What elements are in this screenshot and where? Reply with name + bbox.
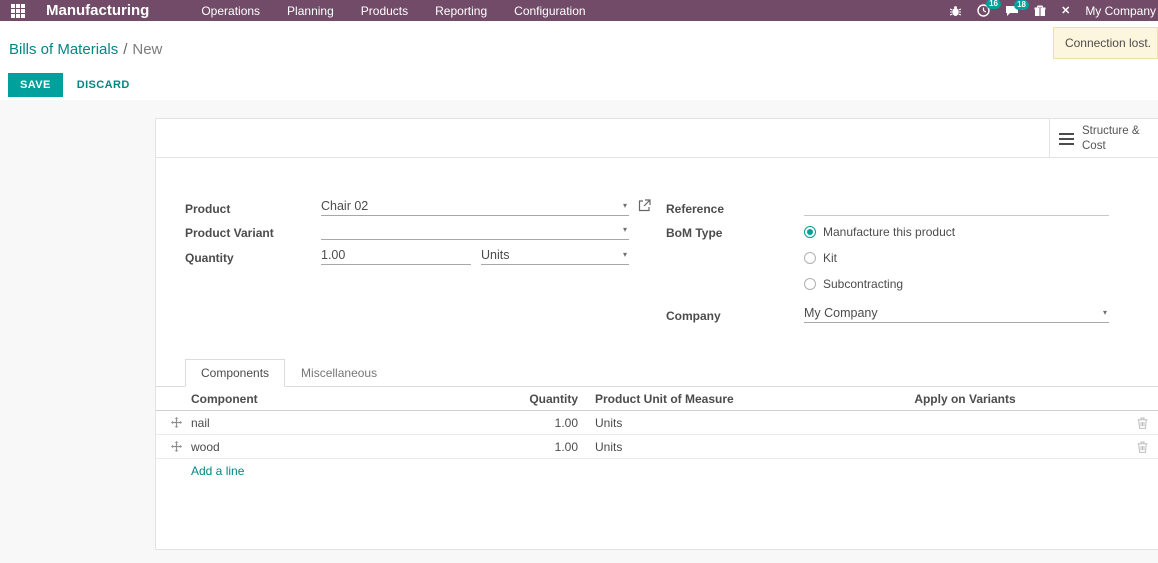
radio-subcontracting[interactable]: Subcontracting xyxy=(804,277,903,291)
control-panel-buttons: SAVE DISCARD xyxy=(8,73,130,97)
component-cell[interactable]: wood xyxy=(191,440,521,454)
product-value: Chair 02 xyxy=(321,198,369,213)
quantity-uom-caret[interactable]: ▾ xyxy=(623,250,629,259)
radio-manufacture-label: Manufacture this product xyxy=(823,225,956,239)
sheet-top-strip: Structure & Cost xyxy=(156,119,1158,158)
quantity-field[interactable]: 1.00 xyxy=(321,245,471,265)
top-navbar: Manufacturing Operations Planning Produc… xyxy=(0,0,1158,21)
product-variant-label: Product Variant xyxy=(185,226,274,240)
product-field[interactable]: Chair 02 ▾ xyxy=(321,196,629,216)
menu-configuration[interactable]: Configuration xyxy=(514,4,585,18)
form-sheet: Structure & Cost Product Chair 02 ▾ Prod… xyxy=(155,118,1158,550)
radio-kit[interactable]: Kit xyxy=(804,251,837,265)
screen: Manufacturing Operations Planning Produc… xyxy=(0,0,1158,563)
apps-grid-icon xyxy=(11,3,25,18)
activities-clock-icon[interactable]: 16 xyxy=(977,0,1001,17)
save-button[interactable]: SAVE xyxy=(8,73,63,97)
delete-row-icon[interactable] xyxy=(1115,417,1148,429)
add-a-line-link[interactable]: Add a line xyxy=(156,459,1158,483)
radio-manufacture-icon[interactable] xyxy=(804,226,816,238)
reference-label: Reference xyxy=(666,202,725,216)
table-row[interactable]: wood 1.00 Units xyxy=(156,435,1158,459)
company-label: Company xyxy=(666,309,721,323)
app-title[interactable]: Manufacturing xyxy=(46,2,149,19)
discard-button[interactable]: DISCARD xyxy=(77,79,130,91)
uom-cell[interactable]: Units xyxy=(595,440,815,454)
close-icon[interactable]: ✕ xyxy=(1061,4,1070,17)
radio-kit-icon[interactable] xyxy=(804,252,816,264)
menu-operations[interactable]: Operations xyxy=(201,4,260,18)
nav-right: 16 18 ✕ My Company xyxy=(949,0,1158,18)
messages-badge: 18 xyxy=(1014,0,1029,10)
product-variant-field[interactable]: ▾ xyxy=(321,220,629,240)
delete-row-icon[interactable] xyxy=(1115,441,1148,453)
notebook-tabs: Components Miscellaneous xyxy=(156,359,1158,387)
company-dropdown-caret[interactable]: ▾ xyxy=(1103,308,1109,317)
navbar-company[interactable]: My Company xyxy=(1085,4,1156,18)
product-label: Product xyxy=(185,202,231,216)
header-uom[interactable]: Product Unit of Measure xyxy=(595,392,815,406)
structure-cost-button[interactable]: Structure & Cost xyxy=(1049,119,1158,158)
breadcrumb-current: New xyxy=(132,41,163,58)
breadcrumb: Bills of Materials / New xyxy=(9,41,162,58)
uom-cell[interactable]: Units xyxy=(595,416,815,430)
radio-manufacture[interactable]: Manufacture this product xyxy=(804,225,955,239)
content-area: Structure & Cost Product Chair 02 ▾ Prod… xyxy=(0,100,1158,563)
components-table: Component Quantity Product Unit of Measu… xyxy=(156,387,1158,483)
header-component[interactable]: Component xyxy=(191,392,521,406)
tab-miscellaneous[interactable]: Miscellaneous xyxy=(285,359,393,387)
header-apply-on-variants[interactable]: Apply on Variants xyxy=(815,392,1115,406)
nav-menu: Operations Planning Products Reporting C… xyxy=(201,4,585,18)
radio-subcontracting-label: Subcontracting xyxy=(823,277,904,291)
component-cell[interactable]: nail xyxy=(191,416,521,430)
drag-handle-icon[interactable] xyxy=(171,441,191,452)
product-variant-dropdown-caret[interactable]: ▾ xyxy=(623,225,629,234)
structure-cost-label: Structure & Cost xyxy=(1082,125,1140,152)
company-value: My Company xyxy=(804,305,878,320)
company-field[interactable]: My Company ▾ xyxy=(804,303,1109,323)
breadcrumb-parent[interactable]: Bills of Materials xyxy=(9,41,118,58)
product-dropdown-caret[interactable]: ▾ xyxy=(623,201,629,210)
breadcrumb-separator: / xyxy=(123,41,128,58)
gift-icon[interactable] xyxy=(1034,4,1046,17)
bug-icon[interactable] xyxy=(949,5,962,17)
tab-components[interactable]: Components xyxy=(185,359,286,387)
radio-kit-label: Kit xyxy=(823,251,838,265)
menu-planning[interactable]: Planning xyxy=(287,4,334,18)
product-external-link-icon[interactable] xyxy=(638,199,651,217)
menu-reporting[interactable]: Reporting xyxy=(435,4,487,18)
header-quantity[interactable]: Quantity xyxy=(521,392,578,406)
quantity-uom-value: Units xyxy=(481,247,510,262)
hamburger-icon xyxy=(1059,132,1074,145)
messages-icon[interactable]: 18 xyxy=(1005,0,1029,17)
activities-badge: 16 xyxy=(986,0,1001,9)
reference-field[interactable] xyxy=(804,196,1109,216)
drag-handle-icon[interactable] xyxy=(171,417,191,428)
apps-menu-button[interactable] xyxy=(0,3,36,18)
connection-lost-toast: Connection lost. xyxy=(1052,27,1158,59)
menu-products[interactable]: Products xyxy=(361,4,408,18)
table-header-row: Component Quantity Product Unit of Measu… xyxy=(156,387,1158,411)
quantity-value: 1.00 xyxy=(321,247,346,262)
radio-subcontracting-icon[interactable] xyxy=(804,278,816,290)
quantity-label: Quantity xyxy=(185,251,234,265)
quantity-cell[interactable]: 1.00 xyxy=(521,416,578,430)
quantity-cell[interactable]: 1.00 xyxy=(521,440,578,454)
table-row[interactable]: nail 1.00 Units xyxy=(156,411,1158,435)
bom-type-label: BoM Type xyxy=(666,226,723,240)
quantity-uom-field[interactable]: Units ▾ xyxy=(481,245,629,265)
